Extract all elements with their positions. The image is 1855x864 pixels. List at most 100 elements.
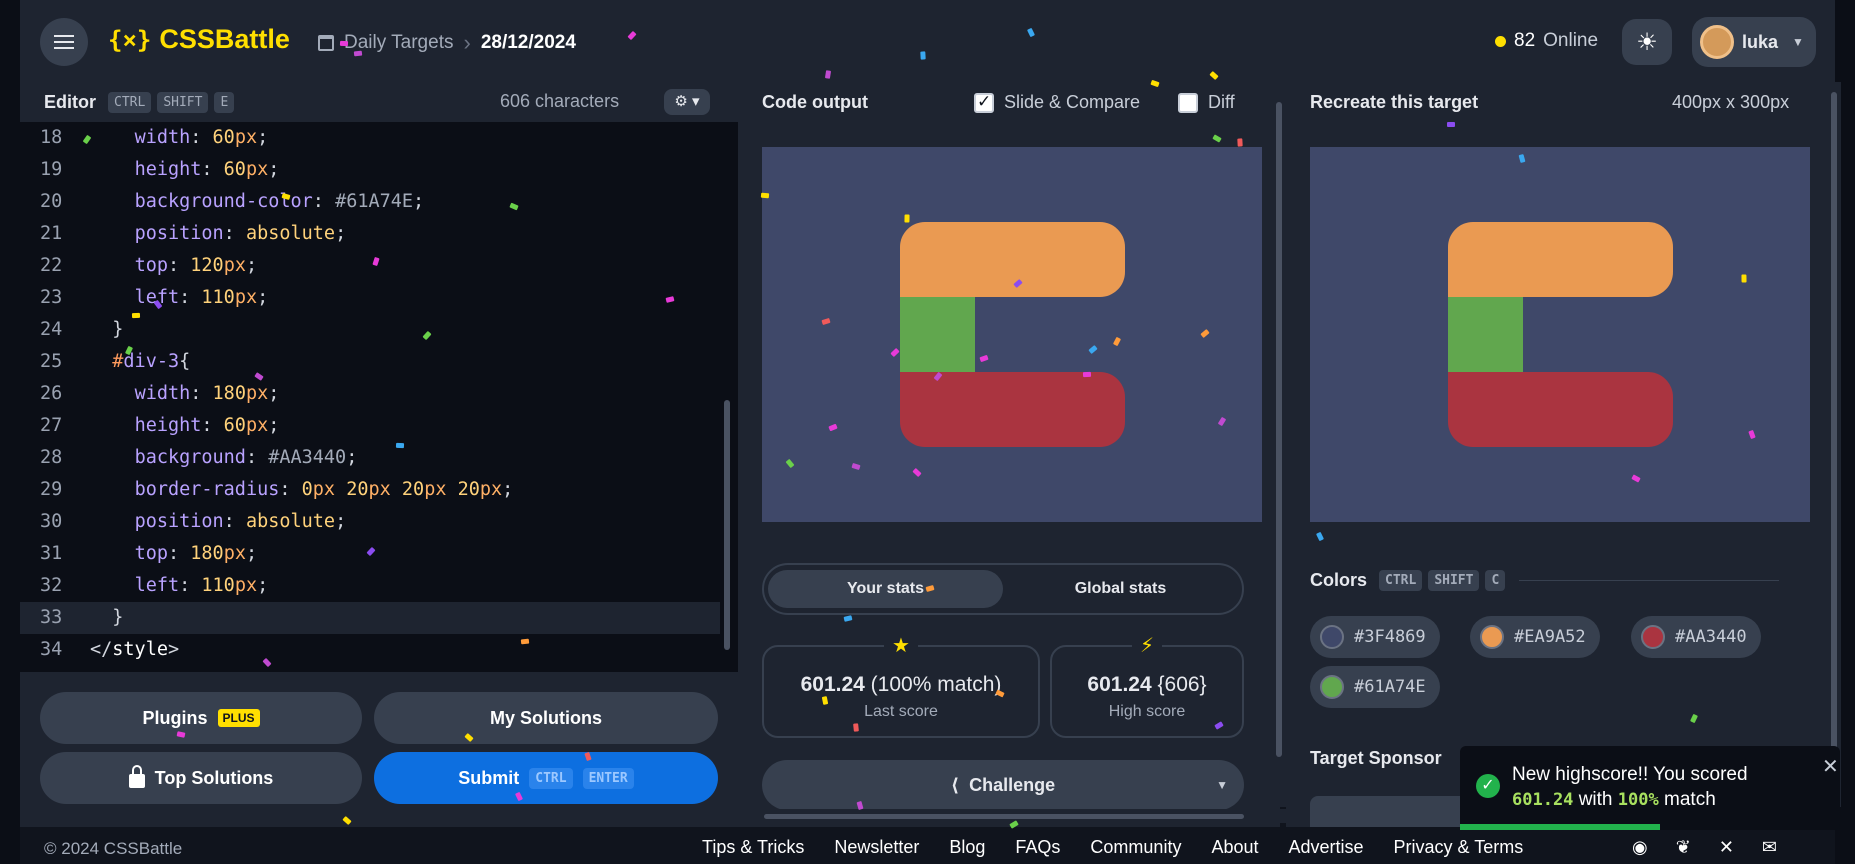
target-scrollbar[interactable] <box>1827 82 1841 807</box>
line-number: 30 <box>40 511 63 532</box>
shortcut-key: CTRL <box>529 767 573 789</box>
code-line[interactable]: 19 height: 60px; <box>20 154 720 186</box>
code-token: px <box>245 383 269 404</box>
code-token: height <box>134 159 202 180</box>
code-line[interactable]: 20 background-color: #61A74E; <box>20 186 720 218</box>
footer-link-privacy[interactable]: Privacy & Terms <box>1394 837 1524 858</box>
scrollbar-thumb[interactable] <box>724 400 730 650</box>
confetti-piece <box>760 192 769 199</box>
footer-link-community[interactable]: Community <box>1090 837 1181 858</box>
logo[interactable]: {⨯} CSSBattle <box>108 24 290 55</box>
code-token: ; <box>502 479 514 500</box>
theme-toggle-button[interactable]: ☀ <box>1622 19 1672 65</box>
code-token: px <box>234 127 258 148</box>
confetti-piece <box>1237 137 1243 147</box>
code-line[interactable]: 29 border-radius: 0px 20px 20px 20px; <box>20 474 720 506</box>
breadcrumb-current: 28/12/2024 <box>480 32 576 53</box>
logo-text: CSSBattle <box>159 24 290 54</box>
code-token: { <box>179 351 191 372</box>
code-line[interactable]: 21 position: absolute; <box>20 218 720 250</box>
color-swatch[interactable]: #61A74E <box>1310 666 1440 708</box>
online-label: Online <box>1543 30 1599 51</box>
editor-settings-button[interactable]: ⚙ ▾ <box>664 89 710 115</box>
code-line[interactable]: 34 </style> <box>20 634 720 666</box>
tab-global-stats[interactable]: Global stats <box>1003 570 1238 608</box>
tab-your-stats[interactable]: Your stats <box>768 570 1003 608</box>
hamburger-icon <box>54 41 74 43</box>
submit-button[interactable]: Submit CTRL ENTER <box>374 752 718 804</box>
close-icon[interactable]: ✕ <box>1822 754 1839 779</box>
line-number: 23 <box>40 287 63 308</box>
target-shape-orange <box>1448 222 1673 297</box>
last-score-value: 601.24 <box>800 673 865 696</box>
code-line[interactable]: 30 position: absolute; <box>20 506 720 538</box>
challenge-button[interactable]: ⟨ Challenge ▼ <box>762 760 1244 810</box>
color-swatch[interactable]: #3F4869 <box>1310 616 1440 658</box>
mail-icon[interactable]: ✉ <box>1762 837 1777 858</box>
code-text: #div-3{ <box>90 346 190 378</box>
slide-compare-toggle[interactable]: Slide & Compare <box>974 92 1140 113</box>
color-swatch[interactable]: #AA3440 <box>1631 616 1761 658</box>
code-line[interactable]: 22 top: 120px; <box>20 250 720 282</box>
plugins-button[interactable]: Plugins PLUS <box>40 692 362 744</box>
my-solutions-button[interactable]: My Solutions <box>374 692 718 744</box>
footer-link-faqs[interactable]: FAQs <box>1015 837 1060 858</box>
footer-link-advertise[interactable]: Advertise <box>1289 837 1364 858</box>
footer-link-blog[interactable]: Blog <box>949 837 985 858</box>
code-token: 60 <box>212 127 235 148</box>
code-line[interactable]: 23 left: 110px; <box>20 282 720 314</box>
code-token: width <box>134 127 191 148</box>
scrollbar-thumb[interactable] <box>1276 102 1282 757</box>
code-token: : <box>201 415 224 436</box>
editor-scrollbar[interactable] <box>720 122 734 670</box>
menu-button[interactable] <box>40 18 88 66</box>
code-line[interactable]: 27 height: 60px; <box>20 410 720 442</box>
slide-compare-checkbox[interactable] <box>974 92 994 113</box>
output-horizontal-scrollbar[interactable] <box>738 809 1286 823</box>
discord-icon[interactable]: ◉ <box>1632 837 1648 858</box>
scrollbar-thumb[interactable] <box>1831 92 1837 792</box>
color-hex: #61A74E <box>1354 677 1426 697</box>
line-number: 27 <box>40 415 63 436</box>
code-token: ; <box>257 575 269 596</box>
footer-link-about[interactable]: About <box>1211 837 1258 858</box>
code-line[interactable]: 32 left: 110px; <box>20 570 720 602</box>
caret-down-icon[interactable]: ▼ <box>1216 778 1228 792</box>
code-line[interactable]: 18 width: 60px; <box>20 122 720 154</box>
code-token: : <box>179 575 202 596</box>
diff-toggle[interactable]: Diff <box>1178 92 1235 113</box>
x-icon[interactable]: ✕ <box>1719 837 1734 858</box>
output-scrollbar[interactable] <box>1272 82 1286 807</box>
top-solutions-button[interactable]: Top Solutions <box>40 752 362 804</box>
diff-checkbox[interactable] <box>1178 92 1198 113</box>
footer-link-newsletter[interactable]: Newsletter <box>834 837 919 858</box>
editor-actions: Plugins PLUS My Solutions Top Solutions … <box>20 672 738 827</box>
shortcut-key: CTRL <box>1379 570 1423 591</box>
code-token: px <box>245 159 269 180</box>
code-token: 20 <box>346 479 369 500</box>
user-menu-button[interactable]: luka ▼ <box>1692 17 1816 67</box>
code-token: : <box>179 287 202 308</box>
toast-match-word: match <box>1664 789 1716 810</box>
code-line[interactable]: 24 } <box>20 314 720 346</box>
scrollbar-thumb[interactable] <box>764 814 1244 819</box>
code-line[interactable]: 28 background: #AA3440; <box>20 442 720 474</box>
code-token: height <box>134 415 202 436</box>
toast-with: with <box>1578 789 1613 810</box>
code-token: style <box>112 639 168 660</box>
code-line[interactable]: 26 width: 180px; <box>20 378 720 410</box>
color-swatch[interactable]: #EA9A52 <box>1470 616 1600 658</box>
target-image[interactable] <box>1310 147 1810 522</box>
output-preview[interactable] <box>762 147 1262 522</box>
code-token: ; <box>335 511 347 532</box>
code-token: 0 <box>301 479 313 500</box>
code-editor[interactable]: 18 width: 60px; 19 height: 60px; 20 backgr… <box>20 122 720 670</box>
lock-icon <box>128 765 145 788</box>
code-line[interactable]: 33 } <box>20 602 720 634</box>
footer-link-tips[interactable]: Tips & Tricks <box>702 837 804 858</box>
bluesky-icon[interactable]: ❦ <box>1676 837 1691 858</box>
